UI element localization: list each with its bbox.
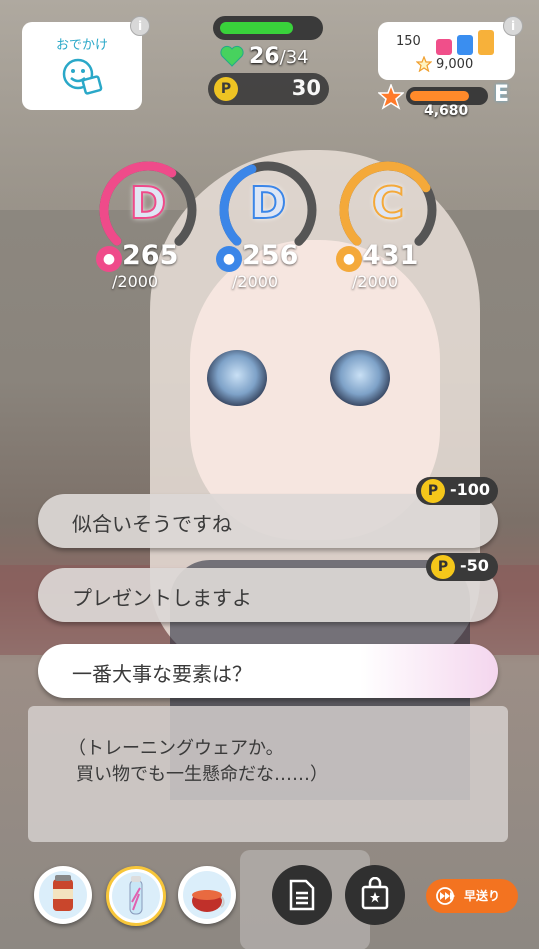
item-slot-1[interactable]: [34, 866, 92, 924]
fast-forward-label: 早送り: [464, 889, 501, 903]
dance-max: /2000: [232, 272, 279, 291]
star-icon: [416, 56, 432, 72]
visual-grade: C: [371, 177, 405, 230]
document-icon: [289, 879, 315, 911]
shop-button[interactable]: [345, 865, 405, 925]
stat-dance[interactable]: D ● 256/2000: [208, 160, 328, 291]
outing-label: おでかけ: [55, 38, 108, 53]
fan-count: 150: [396, 34, 421, 49]
rank-grade: E: [494, 82, 510, 107]
dance-grade: D: [249, 177, 288, 230]
star-count: 9,000: [436, 57, 474, 72]
rank-panel[interactable]: 150 9,000: [378, 22, 515, 80]
shoe-icon: ●: [216, 246, 242, 272]
outing-info-icon[interactable]: i: [130, 16, 150, 36]
choice-text: プレゼントしますよ: [72, 586, 252, 610]
stamina-current: 26: [249, 44, 280, 69]
microphone-icon: ●: [96, 246, 122, 272]
choice-cost-badge: P -100: [416, 477, 498, 505]
p-coin-icon: P: [421, 479, 445, 503]
p-coin-icon: P: [214, 77, 238, 101]
bottle-icon: [129, 876, 143, 915]
tea-cup-icon: [192, 890, 225, 912]
choice-text: 似合いそうですね: [72, 512, 232, 536]
visual-value: 431: [362, 240, 419, 271]
points-value: 30: [291, 76, 321, 100]
choice-text: 一番大事な要素は？: [72, 662, 252, 686]
face-icon: ●: [336, 246, 362, 272]
heart-icon: [220, 45, 244, 67]
dialogue-box[interactable]: （トレーニングウェアか。 買い物でも一生懸命だな……）: [28, 706, 508, 842]
points-display: P 30: [208, 73, 329, 105]
item-slot-2[interactable]: [106, 866, 166, 926]
item-slot-3[interactable]: [178, 866, 236, 924]
exp-value: 4,680: [424, 103, 469, 119]
drink-can-icon: [53, 875, 73, 911]
bag-icon: [361, 877, 389, 910]
smile-bag-icon: [62, 58, 103, 95]
choice-cost-badge: P -50: [426, 553, 498, 581]
stat-vocal[interactable]: D ● 265/2000: [88, 160, 208, 291]
log-button[interactable]: [272, 865, 332, 925]
stamina-display: 26/34: [219, 44, 309, 72]
vocal-max: /2000: [112, 272, 159, 291]
dialogue-line-1: （トレーニングウェアか。: [68, 738, 284, 759]
rank-bars-icon: [436, 30, 494, 55]
vocal-value: 265: [122, 240, 179, 271]
choice-option-3[interactable]: 一番大事な要素は？: [38, 644, 498, 698]
stat-visual[interactable]: C ● 431/2000: [328, 160, 448, 291]
stamina-max: 34: [285, 47, 309, 68]
fast-forward-button[interactable]: 早送り: [426, 879, 518, 913]
rank-star-icon: [378, 84, 404, 110]
dialogue-line-2: 買い物でも一生懸命だな……）: [76, 764, 328, 785]
rank-info-icon[interactable]: i: [503, 16, 523, 36]
visual-max: /2000: [352, 272, 399, 291]
p-coin-icon: P: [431, 555, 455, 579]
dance-value: 256: [242, 240, 299, 271]
outing-button[interactable]: おでかけ: [22, 22, 142, 110]
vocal-grade: D: [129, 177, 168, 230]
stamina-bar: [213, 16, 323, 40]
fast-forward-icon: [436, 887, 455, 905]
